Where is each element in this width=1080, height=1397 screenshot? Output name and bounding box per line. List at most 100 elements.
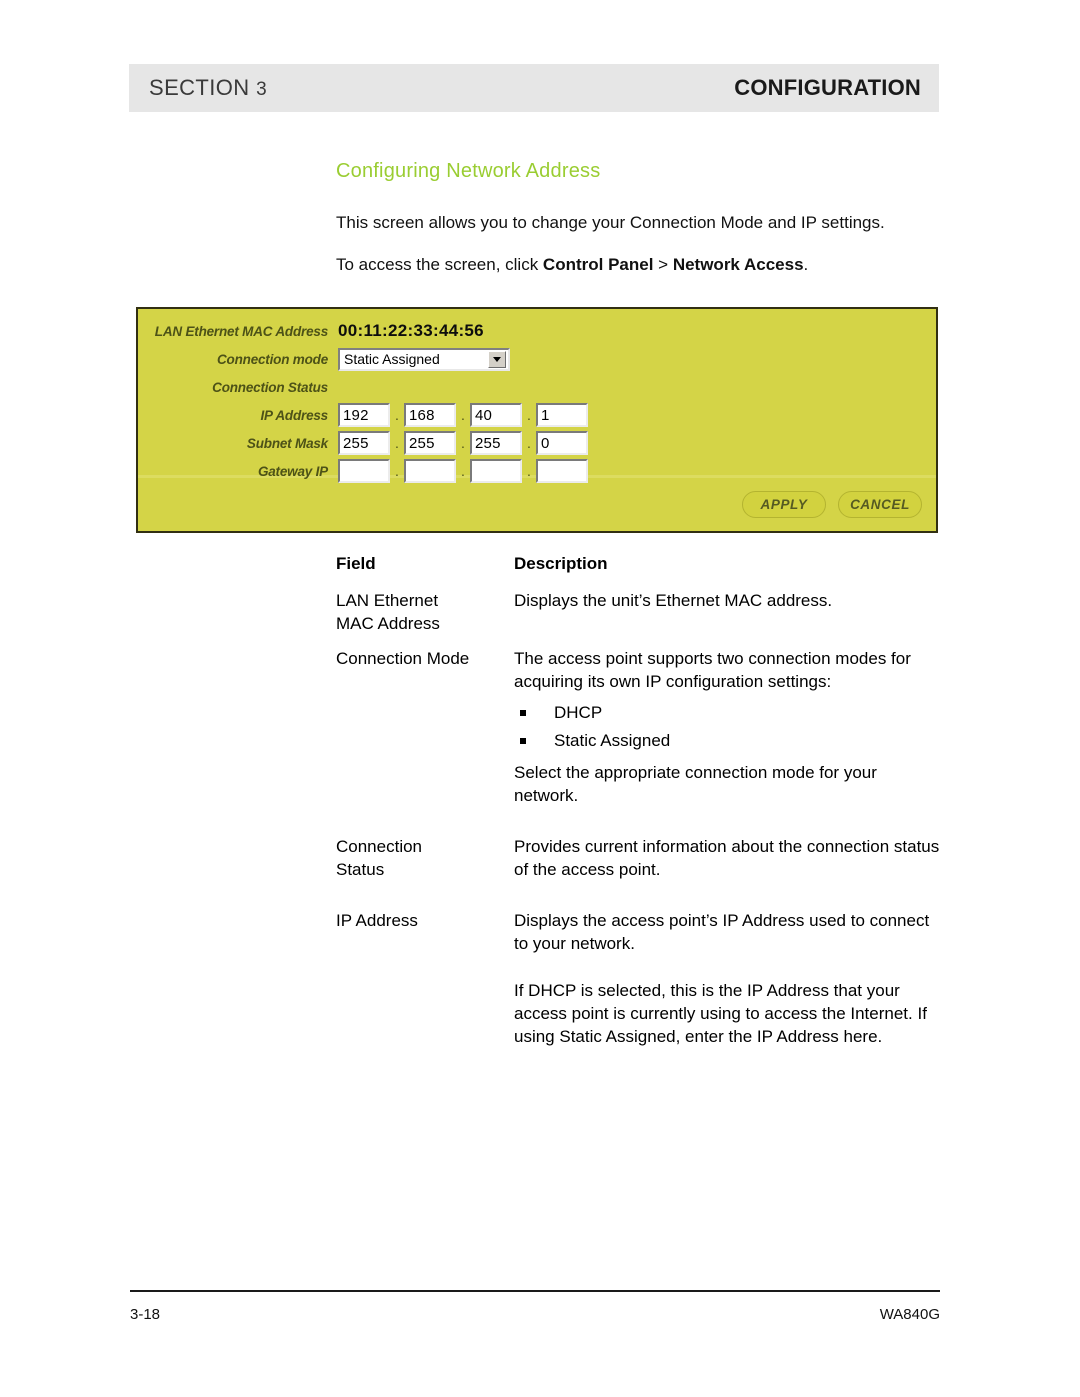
intro-suffix: . [803,255,809,274]
cancel-button[interactable]: CANCEL [838,491,922,518]
subnet-mask-octet-1[interactable]: 255 [338,431,390,455]
column-header-description: Description [514,554,608,573]
field-line-2: Status [336,860,385,879]
square-bullet-icon [520,738,526,744]
row-spacer [336,635,940,647]
description-paragraph: Provides current information about the c… [514,837,940,879]
description-paragraph: The access point supports two connection… [514,649,911,691]
field-label: Connection Mode [336,649,470,668]
intro-paragraph-1: This screen allows you to change your Co… [336,213,885,232]
octet-separator: . [395,434,399,451]
octet-separator: . [461,434,465,451]
gateway-ip-octet-group: . . . [338,459,588,484]
label-lan-ethernet-mac-address: LAN Ethernet MAC Address [154,323,328,339]
section-label-text: SECTION [149,75,250,100]
network-address-screenshot: LAN Ethernet MAC Address 00:11:22:33:44:… [136,307,938,533]
label-subnet-mask: Subnet Mask [246,435,328,451]
network-address-form: LAN Ethernet MAC Address 00:11:22:33:44:… [138,309,936,483]
ip-address-octet-4[interactable]: 1 [536,403,588,427]
control-panel-emphasis: Control Panel [542,255,654,274]
label-connection-status: Connection Status [212,379,328,395]
page-header-bar: SECTION 3 CONFIGURATION [129,64,939,112]
label-connection-mode: Connection mode [217,351,328,367]
row-spacer [336,807,940,835]
section-number: 3 [256,79,268,100]
description-paragraph-2: If DHCP is selected, this is the IP Addr… [514,981,927,1046]
footer-model-name: WA840G [879,1306,940,1323]
ip-address-octet-3[interactable]: 40 [470,403,522,427]
subnet-mask-octet-2[interactable]: 255 [404,431,456,455]
connection-mode-bullet-list: DHCP Static Assigned [514,699,940,755]
page-footer: 3-18 WA840G [130,1306,940,1323]
gateway-ip-octet-1[interactable] [338,459,390,483]
row-desc-lan-ethernet-mac-address: Displays the unit’s Ethernet MAC address… [514,589,940,612]
section-label: SECTION 3 [149,75,267,101]
table-row: Connection Status Provides current infor… [336,835,940,881]
table-row: Connection Mode The access point support… [336,647,940,807]
list-item-label: Static Assigned [554,731,671,750]
list-item-label: DHCP [554,703,603,722]
octet-separator: . [527,406,531,423]
gateway-ip-octet-3[interactable] [470,459,522,483]
row-field-lan-ethernet-mac-address: LAN Ethernet MAC Address [336,589,514,635]
apply-button[interactable]: APPLY [742,491,826,518]
intro-mid: > [653,255,673,274]
panel-action-bar: APPLY CANCEL [138,478,936,531]
list-item: DHCP [514,699,940,727]
octet-separator: . [461,406,465,423]
connection-mode-selected-value: Static Assigned [344,351,440,367]
form-row-connection-status: Connection Status [138,373,936,401]
connection-mode-select[interactable]: Static Assigned [338,347,510,371]
intro-section: Configuring Network Address This screen … [336,160,940,295]
header-chapter-title: CONFIGURATION [734,75,921,100]
description-paragraph-2: Select the appropriate connection mode f… [514,763,877,805]
row-field-connection-status: Connection Status [336,835,514,881]
label-ip-address: IP Address [260,407,328,423]
row-desc-connection-mode: The access point supports two connection… [514,647,940,807]
octet-separator: . [527,462,531,479]
field-label: IP Address [336,911,418,930]
form-row-mac-address: LAN Ethernet MAC Address 00:11:22:33:44:… [138,317,936,345]
label-gateway-ip: Gateway IP [257,463,328,479]
row-spacer [336,881,940,909]
gateway-ip-octet-2[interactable] [404,459,456,483]
row-desc-ip-address: Displays the access point’s IP Address u… [514,909,940,1048]
intro-prefix: To access the screen, click [336,255,543,274]
chevron-down-icon[interactable] [488,350,506,368]
field-line-1: LAN Ethernet [336,591,439,610]
form-row-subnet-mask: Subnet Mask 255 . 255 . 255 . 0 [138,429,936,457]
ip-address-octet-1[interactable]: 192 [338,403,390,427]
octet-separator: . [395,406,399,423]
table-header-row: Field Description [336,552,940,575]
ip-address-octet-2[interactable]: 168 [404,403,456,427]
octet-separator: . [527,434,531,451]
field-line-1: Connection [336,837,423,856]
description-paragraph: Displays the unit’s Ethernet MAC address… [514,591,833,610]
footer-page-number: 3-18 [130,1306,161,1323]
footer-divider [130,1290,940,1292]
field-line-2: MAC Address [336,614,440,633]
network-access-emphasis: Network Access [672,255,804,274]
square-bullet-icon [520,710,526,716]
value-mac-address: 00:11:22:33:44:56 [338,321,484,340]
page-title: Configuring Network Address [336,160,601,182]
row-desc-connection-status: Provides current information about the c… [514,835,940,881]
octet-separator: . [461,462,465,479]
subnet-mask-octet-4[interactable]: 0 [536,431,588,455]
form-row-gateway-ip: Gateway IP . . . [138,457,936,485]
table-row: LAN Ethernet MAC Address Displays the un… [336,589,940,635]
row-field-ip-address: IP Address [336,909,514,932]
octet-separator: . [395,462,399,479]
list-item: Static Assigned [514,727,940,755]
field-description-table: Field Description LAN Ethernet MAC Addre… [336,552,940,1048]
ip-address-octet-group: 192 . 168 . 40 . 1 [338,403,588,428]
subnet-mask-octet-3[interactable]: 255 [470,431,522,455]
table-row: IP Address Displays the access point’s I… [336,909,940,1048]
row-field-connection-mode: Connection Mode [336,647,514,670]
gateway-ip-octet-4[interactable] [536,459,588,483]
form-row-connection-mode: Connection mode Static Assigned [138,345,936,373]
form-row-ip-address: IP Address 192 . 168 . 40 . 1 [138,401,936,429]
subnet-mask-octet-group: 255 . 255 . 255 . 0 [338,431,588,456]
column-header-field: Field [336,554,376,573]
